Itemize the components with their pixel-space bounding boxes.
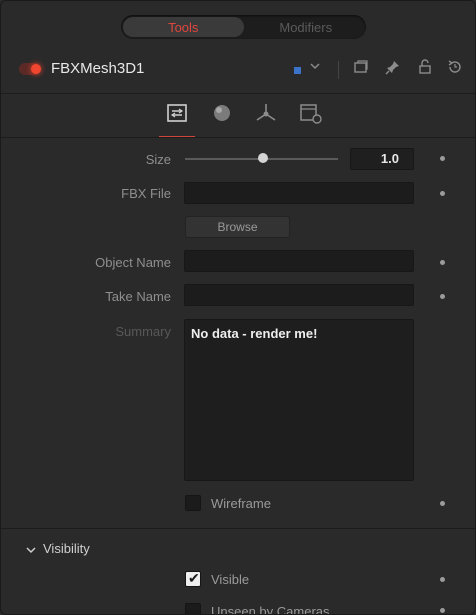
- visible-keyframe-dot[interactable]: [440, 577, 445, 582]
- fbx-file-keyframe-dot[interactable]: [440, 191, 445, 196]
- wireframe-keyframe-dot[interactable]: [440, 501, 445, 506]
- object-name-keyframe-dot[interactable]: [440, 260, 445, 265]
- window-icon[interactable]: [353, 59, 369, 79]
- object-name-label: Object Name: [95, 255, 171, 270]
- tab-tools[interactable]: Tools: [123, 17, 244, 37]
- header-divider: [338, 61, 339, 79]
- wireframe-checkbox[interactable]: [185, 495, 201, 511]
- size-value-field[interactable]: 1.0: [350, 148, 414, 170]
- fbx-file-input[interactable]: [184, 182, 414, 204]
- node-color-chip[interactable]: [294, 67, 301, 74]
- inspector-tabs: Tools Modifiers: [121, 15, 366, 39]
- icon-tab-bar: [1, 94, 475, 138]
- materials-tab-icon[interactable]: [208, 100, 236, 128]
- chevron-down-icon: [26, 547, 36, 553]
- node-header: FBXMesh3D1: [1, 51, 475, 91]
- power-dot-icon: [31, 64, 41, 74]
- node-title: FBXMesh3D1: [51, 60, 145, 77]
- take-name-keyframe-dot[interactable]: [440, 294, 445, 299]
- inspector-panel: Tools Modifiers FBXMesh3D1 Size 1.0 FBX …: [0, 0, 476, 615]
- transform-tab-icon[interactable]: [252, 100, 280, 128]
- visible-checkbox[interactable]: [185, 570, 201, 587]
- visibility-section-label: Visibility: [43, 541, 90, 556]
- visible-label: Visible: [211, 572, 250, 587]
- settings-tab-icon[interactable]: [297, 100, 325, 128]
- reset-icon[interactable]: [447, 59, 463, 79]
- summary-label: Summary: [115, 324, 171, 339]
- size-slider-handle[interactable]: [258, 153, 268, 163]
- unseen-by-cameras-label: Unseen by Cameras: [211, 604, 330, 615]
- chevron-down-icon[interactable]: [309, 59, 321, 76]
- unseen-by-cameras-checkbox[interactable]: [185, 603, 201, 614]
- tab-modifiers[interactable]: Modifiers: [246, 15, 367, 39]
- take-name-label: Take Name: [105, 289, 171, 304]
- visibility-section-header[interactable]: Visibility: [25, 541, 90, 556]
- summary-text-box: No data - render me!: [184, 319, 414, 481]
- object-name-input[interactable]: [184, 250, 414, 272]
- lock-icon[interactable]: [417, 59, 433, 79]
- unseen-keyframe-dot[interactable]: [440, 608, 445, 613]
- pin-icon[interactable]: [385, 59, 401, 79]
- browse-button[interactable]: Browse: [185, 216, 290, 238]
- fbx-file-label: FBX File: [121, 186, 171, 201]
- section-separator: [1, 528, 475, 529]
- power-toggle[interactable]: [19, 63, 41, 75]
- size-keyframe-dot[interactable]: [440, 156, 445, 161]
- wireframe-label: Wireframe: [211, 496, 271, 511]
- size-label: Size: [145, 152, 171, 167]
- controls-tab-icon[interactable]: [159, 100, 195, 138]
- take-name-input[interactable]: [184, 284, 414, 306]
- tabs-separator: [1, 137, 475, 138]
